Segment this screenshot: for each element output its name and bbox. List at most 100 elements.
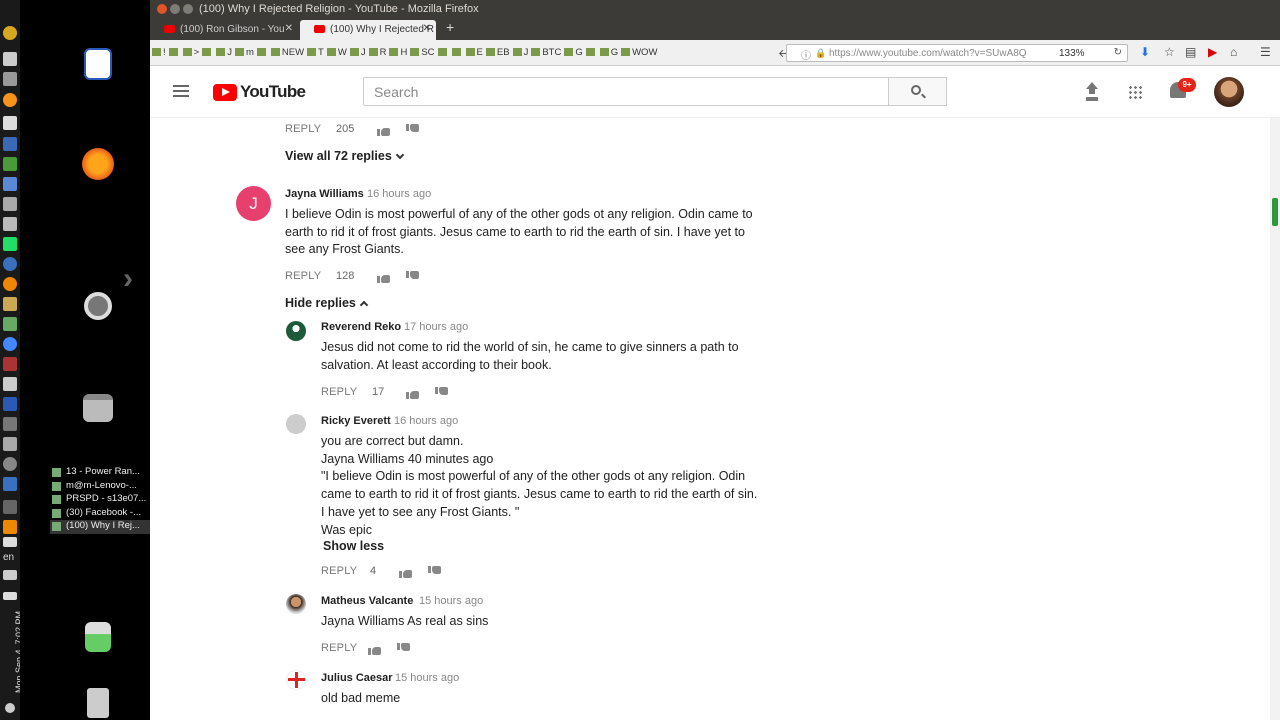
app-icon[interactable] [3,277,17,291]
task-item[interactable]: m@m-Lenovo-... [50,480,150,494]
thumbs-up-icon[interactable] [377,271,390,283]
image-icon[interactable] [3,317,17,331]
app-icon[interactable] [3,72,17,86]
bookmark-item[interactable]: E [465,47,483,58]
comment-author[interactable]: Ricky Everett [321,415,391,427]
menu-icon[interactable]: ☰ [1260,45,1271,59]
maximize-window-button[interactable] [183,4,193,14]
comment-author[interactable]: Jayna Williams [285,188,364,200]
hamburger-menu-icon[interactable] [173,85,189,97]
task-item[interactable]: PRSPD - s13e07... [50,493,150,507]
avatar[interactable] [286,321,306,341]
task-item-active[interactable]: (100) Why I Rej... [50,520,150,534]
editor-icon[interactable] [3,116,17,130]
apps-grid-icon[interactable] [1128,85,1142,99]
updates-icon[interactable] [3,26,17,40]
thumbs-down-icon[interactable] [406,124,419,136]
comment-author[interactable]: Julius Caesar [321,672,393,684]
thumbs-up-icon[interactable] [368,643,381,655]
app-icon[interactable] [3,197,17,211]
writer-icon[interactable] [84,48,112,80]
thumbs-down-icon[interactable] [397,643,410,655]
tab-why-i-rejected-religion[interactable]: (100) Why I Rejected R ✕ [300,20,436,40]
bookmark-item[interactable] [451,47,463,58]
reload-icon[interactable]: ↻ [1114,47,1122,58]
bookmark-item[interactable]: J [512,47,528,58]
minimize-window-button[interactable] [170,4,180,14]
bookmark-item[interactable]: BTC [531,47,561,58]
close-tab-icon[interactable]: ✕ [423,23,431,34]
app-icon[interactable] [3,357,17,371]
vlc-icon[interactable] [3,520,17,534]
bookmark-item[interactable]: WOW [621,47,657,58]
close-window-button[interactable] [157,4,167,14]
bookmark-item[interactable]: NEW [270,47,304,58]
account-avatar[interactable] [1214,77,1244,107]
bookmark-item[interactable]: ! [152,47,166,58]
bookmark-item[interactable] [256,47,268,58]
archive-icon[interactable] [83,394,113,422]
search-button[interactable] [888,77,947,106]
thumbs-down-icon[interactable] [406,271,419,283]
bookmark-item[interactable]: SC [410,47,435,58]
comment-time[interactable]: 16 hours ago [367,188,431,200]
url-text[interactable]: https://www.youtube.com/watch?v=SUwA8QOH… [829,48,1027,59]
reply-button[interactable]: REPLY [285,270,321,282]
reply-button[interactable]: REPLY [285,123,321,135]
monitor-icon[interactable] [3,377,17,391]
folder-icon[interactable] [3,297,17,311]
bookmark-item[interactable]: G [599,47,618,58]
address-bar[interactable]: ⓘ 🔒 https://www.youtube.com/watch?v=SUwA… [786,44,1128,62]
wifi-icon[interactable] [3,537,17,547]
chevron-right-icon[interactable]: › [123,262,133,296]
view-replies-button[interactable]: View all 72 replies [285,149,405,163]
app-icon[interactable] [3,52,17,66]
task-item[interactable]: 13 - Power Ran... [50,466,150,480]
thumbs-down-icon[interactable] [428,566,441,578]
star-icon[interactable]: ☆ [1164,45,1175,59]
battery-icon[interactable] [3,592,17,600]
bookmark-item[interactable]: J [349,47,366,58]
app-icon[interactable] [3,217,17,231]
thumbs-up-icon[interactable] [399,566,412,578]
comment-time[interactable]: 17 hours ago [404,321,468,333]
bookmark-item[interactable]: m [234,47,254,58]
bookmark-item[interactable]: G [564,47,583,58]
avatar[interactable] [286,414,306,434]
search-input[interactable]: Search [363,77,889,106]
user-switch-icon[interactable] [85,622,111,652]
bookmark-item[interactable]: W [326,47,347,58]
youtube-extension-icon[interactable]: ▶ [1208,45,1217,59]
comment-author[interactable]: Reverend Reko [321,321,401,333]
reply-button[interactable]: REPLY [321,565,357,577]
reply-button[interactable]: REPLY [321,386,357,398]
show-less-button[interactable]: Show less [323,539,384,553]
app-icon[interactable] [3,177,17,191]
app-icon[interactable] [3,457,17,471]
tab-ron-gibson[interactable]: (100) Ron Gibson - You ✕ [150,20,298,40]
volume-icon[interactable] [3,570,17,580]
bookmark-item[interactable]: H [389,47,407,58]
thumbs-up-icon[interactable] [377,124,390,136]
bookmark-item[interactable]: EB [485,47,510,58]
settings-icon[interactable] [84,292,112,320]
chrome-icon[interactable] [3,337,17,351]
comment-time[interactable]: 15 hours ago [419,595,483,607]
bookmark-item[interactable]: J [216,47,232,58]
scrollbar-thumb[interactable] [1272,198,1278,226]
bitcoin-icon[interactable] [3,93,17,107]
home-icon[interactable]: ⌂ [1230,45,1237,59]
terminal-icon[interactable] [3,237,17,251]
firefox-icon[interactable] [82,148,114,180]
bookmark-item[interactable] [437,47,449,58]
comment-author[interactable]: Matheus Valcante [321,595,413,607]
app-icon[interactable] [3,397,17,411]
thumbs-up-icon[interactable] [406,387,419,399]
page-scrollbar[interactable] [1270,118,1280,720]
close-tab-icon[interactable]: ✕ [285,23,293,34]
download-icon[interactable]: ⬇ [1140,45,1150,59]
upload-icon[interactable] [1084,82,1100,100]
hide-replies-button[interactable]: Hide replies [285,296,369,310]
bluetooth-icon[interactable] [3,500,17,514]
language-indicator[interactable]: en [3,552,14,563]
